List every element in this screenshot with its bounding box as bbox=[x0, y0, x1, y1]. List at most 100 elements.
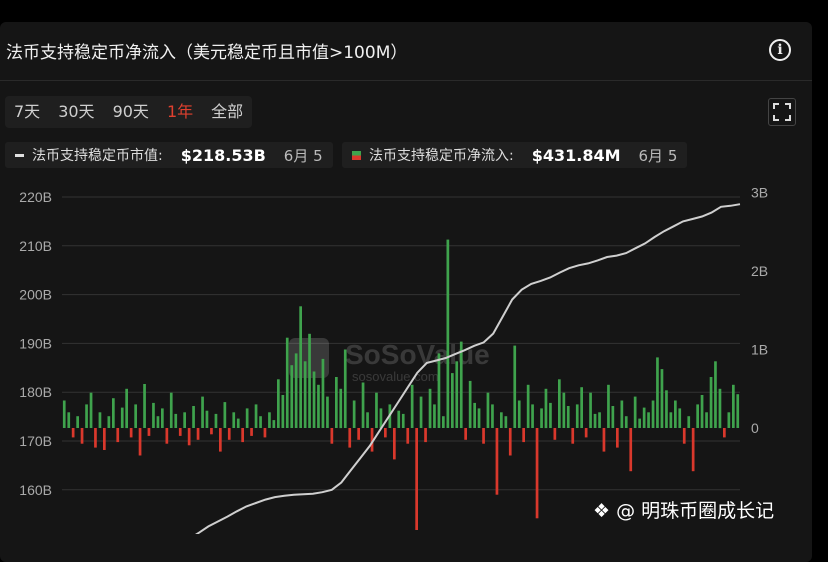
inflow-bar bbox=[62, 400, 66, 428]
inflow-bar bbox=[696, 404, 699, 428]
inflow-bar bbox=[348, 428, 352, 448]
inflow-bar bbox=[71, 428, 75, 438]
inflow-bar bbox=[352, 400, 356, 428]
inflow-bar bbox=[277, 379, 280, 428]
inflow-bar bbox=[486, 392, 490, 428]
inflow-bar bbox=[477, 408, 481, 428]
inflow-bar bbox=[317, 384, 320, 428]
inflow-bar bbox=[513, 345, 517, 428]
inflow-bar bbox=[245, 408, 249, 428]
inflow-bar bbox=[611, 406, 615, 428]
inflow-bar bbox=[714, 361, 717, 428]
inflow-bar bbox=[455, 361, 459, 428]
inflow-bar bbox=[629, 428, 633, 472]
left-tick-label: 200B bbox=[19, 287, 52, 303]
inflow-bar bbox=[549, 402, 552, 428]
left-axis-ticks: 220B 210B 200B 190B 180B 170B 160B 150B bbox=[19, 189, 52, 534]
inflow-bar bbox=[219, 428, 222, 452]
inflow-bar bbox=[709, 377, 713, 428]
right-tick-label: 0 bbox=[751, 420, 759, 436]
inflow-bar bbox=[410, 384, 414, 428]
inflow-bar bbox=[633, 396, 637, 428]
inflow-bar bbox=[236, 418, 240, 428]
inflow-bar bbox=[531, 404, 534, 428]
inflow-bar bbox=[294, 353, 298, 428]
inflow-bar bbox=[138, 428, 142, 456]
inflow-bar bbox=[406, 428, 410, 444]
inflow-bar bbox=[259, 416, 262, 428]
inflow-bar bbox=[134, 404, 137, 428]
inflow-bar bbox=[544, 388, 548, 429]
inflow-bar bbox=[98, 412, 102, 428]
inflow-bar bbox=[165, 428, 169, 444]
inflow-bar bbox=[584, 428, 588, 438]
inflow-bar bbox=[607, 384, 610, 428]
inflow-bar bbox=[187, 428, 191, 446]
inflow-bar bbox=[616, 428, 619, 448]
inflow-bar bbox=[473, 402, 476, 428]
inflow-bar bbox=[272, 420, 276, 428]
inflow-bar bbox=[312, 371, 316, 428]
inflow-bar bbox=[638, 418, 641, 428]
inflow-bar bbox=[384, 428, 387, 438]
inflow-bar bbox=[281, 395, 285, 428]
inflow-bar bbox=[80, 428, 84, 444]
inflow-bar bbox=[254, 404, 258, 428]
inflow-bar bbox=[107, 416, 111, 428]
inflow-bar bbox=[210, 428, 213, 435]
left-tick-label: 210B bbox=[19, 238, 52, 254]
sosovalue-watermark: SoSoValue sosovalue.com bbox=[289, 338, 490, 384]
inflow-bar bbox=[442, 416, 445, 428]
inflow-bar bbox=[401, 413, 405, 428]
inflow-bar bbox=[517, 400, 521, 428]
inflow-bar bbox=[89, 392, 93, 428]
inflow-bar bbox=[129, 428, 133, 438]
inflow-bar bbox=[214, 413, 218, 428]
inflow-bar bbox=[575, 404, 579, 428]
inflow-bar bbox=[736, 394, 740, 428]
inflow-bar bbox=[491, 404, 494, 428]
inflow-bar bbox=[589, 392, 592, 428]
inflow-bar bbox=[321, 358, 325, 428]
left-tick-label: 180B bbox=[19, 384, 52, 400]
inflow-bar bbox=[201, 396, 204, 428]
channel-name: @ 明珠币圈成长记 bbox=[616, 500, 775, 522]
inflow-bar bbox=[303, 361, 307, 428]
inflow-bar bbox=[566, 406, 570, 428]
inflow-bar bbox=[647, 412, 650, 428]
inflow-bar bbox=[665, 390, 668, 428]
right-axis-ticks: 3B 2B 1B 0 bbox=[751, 185, 768, 437]
watermark-url: sosovalue.com bbox=[352, 369, 439, 384]
net-inflow-bars bbox=[62, 239, 740, 530]
inflow-bar bbox=[169, 392, 173, 428]
inflow-bar bbox=[192, 406, 195, 428]
inflow-bar bbox=[330, 428, 334, 444]
inflow-bar bbox=[674, 400, 677, 428]
inflow-bar bbox=[428, 388, 432, 429]
inflow-bar bbox=[94, 428, 97, 448]
channel-watermark: ❖ @ 明珠币圈成长记 bbox=[593, 496, 774, 523]
right-tick-label: 2B bbox=[751, 263, 768, 279]
inflow-bar bbox=[419, 396, 423, 428]
inflow-bar bbox=[678, 408, 682, 428]
inflow-bar bbox=[580, 387, 583, 428]
inflow-bar bbox=[112, 398, 115, 428]
inflow-bar bbox=[290, 365, 294, 428]
inflow-bar bbox=[651, 400, 655, 428]
inflow-bar bbox=[366, 412, 369, 428]
inflow-bar bbox=[147, 428, 151, 436]
inflow-bar bbox=[526, 384, 530, 428]
inflow-bar bbox=[451, 373, 454, 428]
inflow-bar bbox=[723, 428, 726, 438]
inflow-bar bbox=[285, 337, 289, 428]
left-tick-label: 170B bbox=[19, 433, 52, 449]
inflow-bar bbox=[174, 413, 178, 428]
inflow-bar bbox=[125, 388, 128, 429]
inflow-bar bbox=[250, 428, 253, 436]
inflow-bar bbox=[624, 416, 628, 428]
inflow-bar bbox=[85, 404, 88, 428]
inflow-bar bbox=[103, 428, 106, 450]
inflow-bar bbox=[120, 407, 124, 428]
inflow-bar bbox=[223, 402, 227, 428]
inflow-bar bbox=[495, 428, 499, 495]
